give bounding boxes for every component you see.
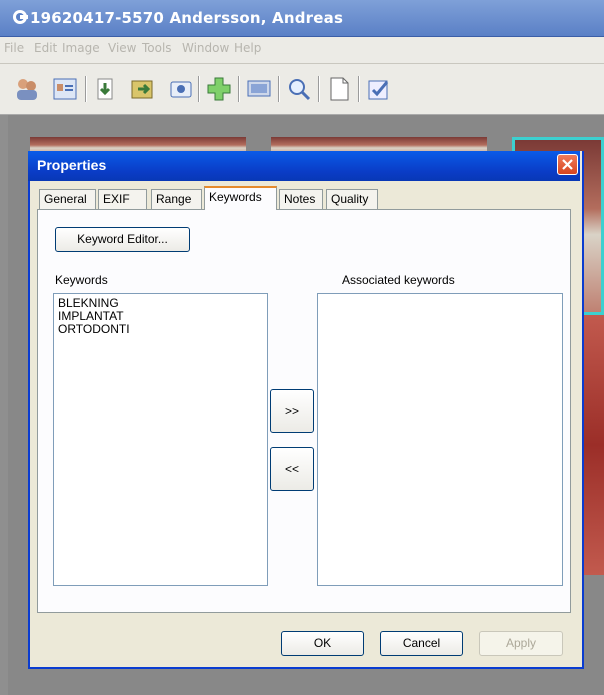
cancel-button[interactable]: Cancel xyxy=(380,631,463,656)
toolbar-separator xyxy=(318,76,320,102)
keyword-item[interactable]: ORTODONTI xyxy=(54,323,267,336)
menu-bar: File Edit Image View Tools Window Help xyxy=(0,37,604,64)
keywords-label: Keywords xyxy=(55,273,108,287)
toolbar-separator xyxy=(238,76,240,102)
tab-keywords[interactable]: Keywords xyxy=(204,186,277,210)
export-icon[interactable] xyxy=(130,76,156,102)
associated-keywords-label: Associated keywords xyxy=(342,273,455,287)
keyword-editor-button[interactable]: Keyword Editor... xyxy=(55,227,190,252)
toolbar-separator xyxy=(198,76,200,102)
dialog-title-bar: Properties xyxy=(28,151,580,181)
import-icon[interactable] xyxy=(92,76,118,102)
remove-keyword-button[interactable]: << xyxy=(270,447,314,491)
document-icon[interactable] xyxy=(326,76,352,102)
add-icon[interactable] xyxy=(206,76,232,102)
toolbar-separator xyxy=(358,76,360,102)
add-keyword-button[interactable]: >> xyxy=(270,389,314,433)
app-title-bar: 19620417-5570 Andersson, Andreas xyxy=(0,0,604,37)
menu-view[interactable]: View xyxy=(108,41,136,55)
toolbar-separator xyxy=(85,76,87,102)
image-thumbnail[interactable] xyxy=(582,315,604,575)
close-icon xyxy=(562,159,573,170)
checklist-icon[interactable] xyxy=(366,76,392,102)
tab-exif[interactable]: EXIF xyxy=(98,189,147,209)
search-icon[interactable] xyxy=(286,76,312,102)
tab-quality[interactable]: Quality xyxy=(326,189,378,209)
menu-image[interactable]: Image xyxy=(62,41,100,55)
patients-icon[interactable] xyxy=(14,76,40,102)
toolbar-separator xyxy=(278,76,280,102)
menu-edit[interactable]: Edit xyxy=(34,41,57,55)
tab-general[interactable]: General xyxy=(39,189,96,209)
apply-button[interactable]: Apply xyxy=(479,631,563,656)
close-button[interactable] xyxy=(557,154,578,175)
monitor-icon[interactable] xyxy=(246,76,272,102)
associated-keywords-list[interactable] xyxy=(317,293,563,586)
menu-tools[interactable]: Tools xyxy=(142,41,172,55)
patient-card-icon[interactable] xyxy=(52,76,78,102)
keywords-list[interactable]: BLEKNING IMPLANTAT ORTODONTI xyxy=(53,293,268,586)
toolbar xyxy=(0,64,604,115)
camera-icon[interactable] xyxy=(168,76,194,102)
tab-range[interactable]: Range xyxy=(151,189,202,209)
ok-button[interactable]: OK xyxy=(281,631,364,656)
keywords-tab-panel: Keyword Editor... Keywords Associated ke… xyxy=(37,209,571,613)
app-title: 19620417-5570 Andersson, Andreas xyxy=(30,9,344,27)
menu-file[interactable]: File xyxy=(4,41,24,55)
menu-help[interactable]: Help xyxy=(234,41,261,55)
dialog-title: Properties xyxy=(37,157,107,173)
menu-window[interactable]: Window xyxy=(182,41,229,55)
properties-dialog: Properties General EXIF Range Keywords N… xyxy=(28,151,584,669)
tab-notes[interactable]: Notes xyxy=(279,189,323,209)
app-logo-icon xyxy=(13,10,28,24)
